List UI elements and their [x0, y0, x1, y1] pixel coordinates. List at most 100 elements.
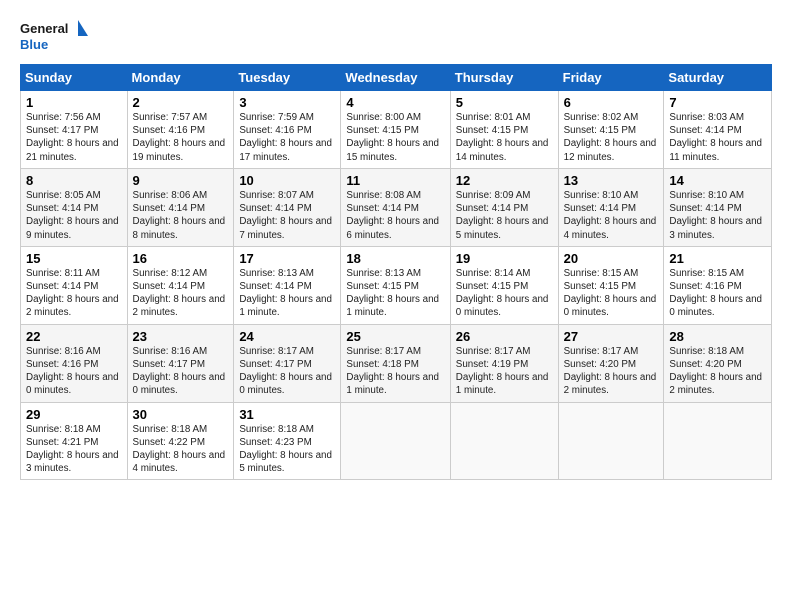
day-detail: Sunrise: 8:17 AM Sunset: 4:20 PM Dayligh…: [564, 345, 659, 398]
day-number: 24: [239, 329, 335, 344]
day-detail: Sunrise: 8:17 AM Sunset: 4:17 PM Dayligh…: [239, 345, 335, 398]
day-detail: Sunrise: 8:08 AM Sunset: 4:14 PM Dayligh…: [346, 189, 444, 242]
day-detail: Sunrise: 8:02 AM Sunset: 4:15 PM Dayligh…: [564, 111, 659, 164]
calendar-cell: 17 Sunrise: 8:13 AM Sunset: 4:14 PM Dayl…: [234, 246, 341, 324]
calendar-cell: 14 Sunrise: 8:10 AM Sunset: 4:14 PM Dayl…: [664, 168, 772, 246]
calendar-week-5: 29 Sunrise: 8:18 AM Sunset: 4:21 PM Dayl…: [21, 402, 772, 480]
calendar-cell: [664, 402, 772, 480]
calendar-cell: 11 Sunrise: 8:08 AM Sunset: 4:14 PM Dayl…: [341, 168, 450, 246]
day-detail: Sunrise: 8:07 AM Sunset: 4:14 PM Dayligh…: [239, 189, 335, 242]
calendar-week-1: 1 Sunrise: 7:56 AM Sunset: 4:17 PM Dayli…: [21, 91, 772, 169]
calendar-cell: 27 Sunrise: 8:17 AM Sunset: 4:20 PM Dayl…: [558, 324, 664, 402]
calendar-cell: 12 Sunrise: 8:09 AM Sunset: 4:14 PM Dayl…: [450, 168, 558, 246]
day-detail: Sunrise: 8:18 AM Sunset: 4:23 PM Dayligh…: [239, 423, 335, 476]
day-detail: Sunrise: 8:16 AM Sunset: 4:16 PM Dayligh…: [26, 345, 122, 398]
calendar-cell: 4 Sunrise: 8:00 AM Sunset: 4:15 PM Dayli…: [341, 91, 450, 169]
day-detail: Sunrise: 8:16 AM Sunset: 4:17 PM Dayligh…: [133, 345, 229, 398]
day-number: 13: [564, 173, 659, 188]
day-number: 22: [26, 329, 122, 344]
calendar-week-3: 15 Sunrise: 8:11 AM Sunset: 4:14 PM Dayl…: [21, 246, 772, 324]
calendar-cell: [558, 402, 664, 480]
calendar-cell: 13 Sunrise: 8:10 AM Sunset: 4:14 PM Dayl…: [558, 168, 664, 246]
day-detail: Sunrise: 7:56 AM Sunset: 4:17 PM Dayligh…: [26, 111, 122, 164]
day-number: 14: [669, 173, 766, 188]
day-number: 5: [456, 95, 553, 110]
col-header-sunday: Sunday: [21, 65, 128, 91]
calendar-cell: 2 Sunrise: 7:57 AM Sunset: 4:16 PM Dayli…: [127, 91, 234, 169]
calendar-cell: 22 Sunrise: 8:16 AM Sunset: 4:16 PM Dayl…: [21, 324, 128, 402]
col-header-tuesday: Tuesday: [234, 65, 341, 91]
col-header-monday: Monday: [127, 65, 234, 91]
calendar-cell: 9 Sunrise: 8:06 AM Sunset: 4:14 PM Dayli…: [127, 168, 234, 246]
svg-text:Blue: Blue: [20, 37, 48, 52]
day-number: 31: [239, 407, 335, 422]
calendar-cell: 30 Sunrise: 8:18 AM Sunset: 4:22 PM Dayl…: [127, 402, 234, 480]
day-detail: Sunrise: 8:13 AM Sunset: 4:14 PM Dayligh…: [239, 267, 335, 320]
svg-text:General: General: [20, 21, 68, 36]
calendar-cell: 23 Sunrise: 8:16 AM Sunset: 4:17 PM Dayl…: [127, 324, 234, 402]
day-number: 28: [669, 329, 766, 344]
day-detail: Sunrise: 8:17 AM Sunset: 4:18 PM Dayligh…: [346, 345, 444, 398]
day-number: 6: [564, 95, 659, 110]
day-number: 1: [26, 95, 122, 110]
day-number: 12: [456, 173, 553, 188]
day-number: 19: [456, 251, 553, 266]
day-number: 16: [133, 251, 229, 266]
day-number: 9: [133, 173, 229, 188]
calendar-cell: 26 Sunrise: 8:17 AM Sunset: 4:19 PM Dayl…: [450, 324, 558, 402]
day-detail: Sunrise: 8:17 AM Sunset: 4:19 PM Dayligh…: [456, 345, 553, 398]
calendar-cell: 19 Sunrise: 8:14 AM Sunset: 4:15 PM Dayl…: [450, 246, 558, 324]
calendar-cell: 6 Sunrise: 8:02 AM Sunset: 4:15 PM Dayli…: [558, 91, 664, 169]
calendar-cell: 16 Sunrise: 8:12 AM Sunset: 4:14 PM Dayl…: [127, 246, 234, 324]
logo-svg: General Blue: [20, 16, 90, 56]
day-detail: Sunrise: 8:01 AM Sunset: 4:15 PM Dayligh…: [456, 111, 553, 164]
day-detail: Sunrise: 8:10 AM Sunset: 4:14 PM Dayligh…: [669, 189, 766, 242]
calendar-week-2: 8 Sunrise: 8:05 AM Sunset: 4:14 PM Dayli…: [21, 168, 772, 246]
col-header-friday: Friday: [558, 65, 664, 91]
col-header-thursday: Thursday: [450, 65, 558, 91]
calendar-table: SundayMondayTuesdayWednesdayThursdayFrid…: [20, 64, 772, 480]
header: General Blue: [20, 16, 772, 56]
day-detail: Sunrise: 8:06 AM Sunset: 4:14 PM Dayligh…: [133, 189, 229, 242]
day-number: 21: [669, 251, 766, 266]
day-detail: Sunrise: 8:00 AM Sunset: 4:15 PM Dayligh…: [346, 111, 444, 164]
calendar-cell: 8 Sunrise: 8:05 AM Sunset: 4:14 PM Dayli…: [21, 168, 128, 246]
day-detail: Sunrise: 8:10 AM Sunset: 4:14 PM Dayligh…: [564, 189, 659, 242]
day-number: 10: [239, 173, 335, 188]
day-detail: Sunrise: 7:57 AM Sunset: 4:16 PM Dayligh…: [133, 111, 229, 164]
calendar-cell: 28 Sunrise: 8:18 AM Sunset: 4:20 PM Dayl…: [664, 324, 772, 402]
day-number: 30: [133, 407, 229, 422]
day-number: 25: [346, 329, 444, 344]
calendar-cell: 5 Sunrise: 8:01 AM Sunset: 4:15 PM Dayli…: [450, 91, 558, 169]
day-number: 23: [133, 329, 229, 344]
day-detail: Sunrise: 8:03 AM Sunset: 4:14 PM Dayligh…: [669, 111, 766, 164]
calendar-header-row: SundayMondayTuesdayWednesdayThursdayFrid…: [21, 65, 772, 91]
day-detail: Sunrise: 8:15 AM Sunset: 4:16 PM Dayligh…: [669, 267, 766, 320]
day-number: 11: [346, 173, 444, 188]
calendar-cell: 10 Sunrise: 8:07 AM Sunset: 4:14 PM Dayl…: [234, 168, 341, 246]
day-number: 20: [564, 251, 659, 266]
calendar-cell: 1 Sunrise: 7:56 AM Sunset: 4:17 PM Dayli…: [21, 91, 128, 169]
calendar-cell: 24 Sunrise: 8:17 AM Sunset: 4:17 PM Dayl…: [234, 324, 341, 402]
day-number: 17: [239, 251, 335, 266]
calendar-cell: [341, 402, 450, 480]
day-number: 4: [346, 95, 444, 110]
day-detail: Sunrise: 8:05 AM Sunset: 4:14 PM Dayligh…: [26, 189, 122, 242]
calendar-cell: 21 Sunrise: 8:15 AM Sunset: 4:16 PM Dayl…: [664, 246, 772, 324]
calendar-cell: 31 Sunrise: 8:18 AM Sunset: 4:23 PM Dayl…: [234, 402, 341, 480]
day-detail: Sunrise: 8:18 AM Sunset: 4:22 PM Dayligh…: [133, 423, 229, 476]
day-number: 3: [239, 95, 335, 110]
day-detail: Sunrise: 8:18 AM Sunset: 4:20 PM Dayligh…: [669, 345, 766, 398]
day-detail: Sunrise: 8:15 AM Sunset: 4:15 PM Dayligh…: [564, 267, 659, 320]
calendar-cell: 7 Sunrise: 8:03 AM Sunset: 4:14 PM Dayli…: [664, 91, 772, 169]
day-detail: Sunrise: 8:13 AM Sunset: 4:15 PM Dayligh…: [346, 267, 444, 320]
day-detail: Sunrise: 7:59 AM Sunset: 4:16 PM Dayligh…: [239, 111, 335, 164]
day-number: 7: [669, 95, 766, 110]
day-detail: Sunrise: 8:12 AM Sunset: 4:14 PM Dayligh…: [133, 267, 229, 320]
calendar-cell: 25 Sunrise: 8:17 AM Sunset: 4:18 PM Dayl…: [341, 324, 450, 402]
calendar-week-4: 22 Sunrise: 8:16 AM Sunset: 4:16 PM Dayl…: [21, 324, 772, 402]
page: General Blue SundayMondayTuesdayWednesda…: [0, 0, 792, 490]
day-detail: Sunrise: 8:18 AM Sunset: 4:21 PM Dayligh…: [26, 423, 122, 476]
day-number: 8: [26, 173, 122, 188]
calendar-cell: [450, 402, 558, 480]
